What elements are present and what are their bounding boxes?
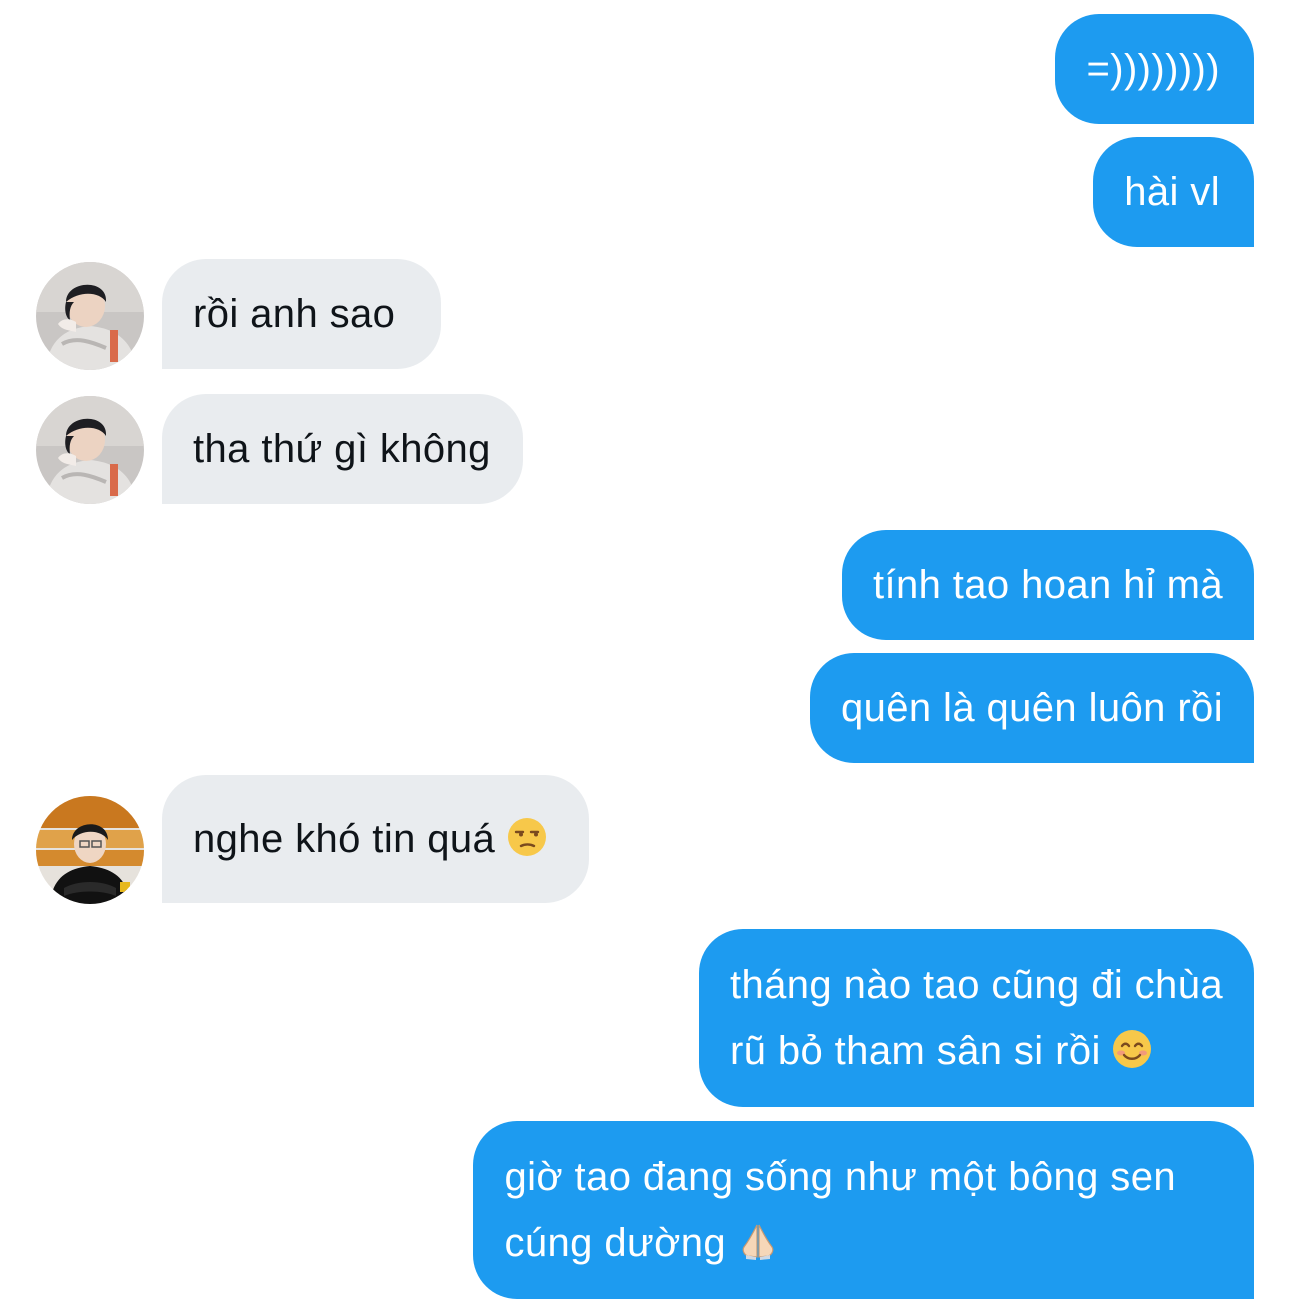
outgoing-message-bubble[interactable]: tháng nào tao cũng đi chùa rũ bỏ tham sâ… [698, 929, 1254, 1107]
message-text: nghe khó tin quá [193, 817, 496, 861]
message-text: hài vl [1124, 170, 1220, 214]
message-text: rồi anh sao [193, 292, 396, 336]
outgoing-message-bubble[interactable]: quên là quên luôn rồi [809, 653, 1254, 763]
message-text: tính tao hoan hỉ mà [872, 563, 1223, 607]
incoming-message-bubble[interactable]: nghe khó tin quá [162, 775, 589, 903]
message-line: cúng dường [504, 1210, 1176, 1276]
message-text: =)))))))) [1086, 47, 1220, 91]
message-line: rũ bỏ tham sân si rồi [730, 1018, 1223, 1084]
outgoing-message-bubble[interactable]: hài vl [1093, 137, 1254, 247]
folded-hands-emoji [738, 1221, 778, 1261]
incoming-message-bubble[interactable]: tha thứ gì không [162, 394, 523, 504]
message-line: tháng nào tao cũng đi chùa [729, 963, 1223, 1007]
message-line: giờ tao đang sống như một bông sen [504, 1155, 1176, 1199]
contact-avatar[interactable] [36, 796, 144, 904]
outgoing-message-bubble[interactable]: =)))))))) [1055, 14, 1254, 124]
contact-avatar[interactable] [36, 262, 144, 370]
incoming-message-bubble[interactable]: rồi anh sao [162, 259, 442, 369]
message-text: rũ bỏ tham sân si rồi [729, 1029, 1101, 1073]
outgoing-message-bubble[interactable]: tính tao hoan hỉ mà [841, 530, 1254, 640]
contact-avatar[interactable] [36, 396, 144, 504]
smiling-face-emoji [1112, 1029, 1152, 1069]
message-text: cúng dường [504, 1221, 727, 1265]
message-text: tha thứ gì không [193, 427, 491, 471]
unamused-face-emoji [507, 817, 547, 857]
message-text: quên là quên luôn rồi [840, 686, 1223, 730]
outgoing-message-bubble[interactable]: giờ tao đang sống như một bông sen cúng … [473, 1121, 1254, 1299]
